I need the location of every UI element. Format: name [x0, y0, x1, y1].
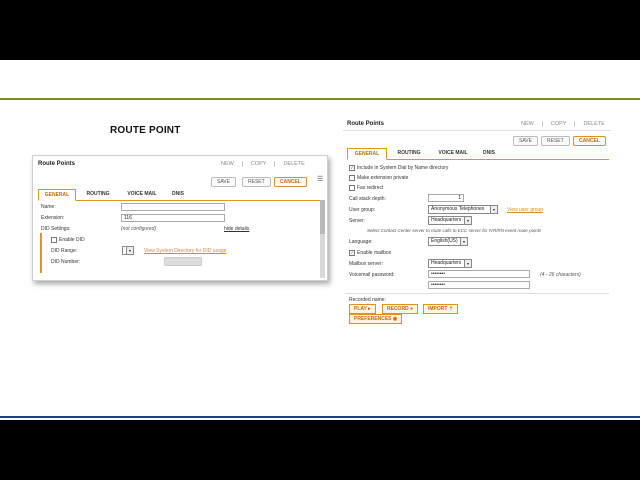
- recorded-name-label: Recorded name:: [349, 297, 386, 303]
- preferences-button[interactable]: PREFERENCES ◉: [349, 314, 403, 324]
- enable-did-label: Enable DID: [59, 237, 85, 243]
- call-stack-label: Call stack depth:: [349, 196, 386, 202]
- language-label: Language:: [349, 239, 373, 245]
- vm-password-label: Voicemail password:: [349, 272, 395, 278]
- call-stack-input[interactable]: 1: [428, 194, 464, 202]
- section-divider: [345, 293, 609, 294]
- copy-link[interactable]: COPY: [541, 121, 575, 127]
- vm-password-input[interactable]: ••••••••: [428, 270, 530, 278]
- fax-redirect-label: Fax redirect: [357, 185, 384, 191]
- did-range-label: DID Range:: [51, 248, 78, 254]
- tab-routing[interactable]: ROUTING: [387, 148, 431, 159]
- fax-redirect-checkbox[interactable]: [349, 185, 355, 191]
- language-value: English(US): [431, 238, 458, 244]
- tab-voice-mail[interactable]: VOICE MAIL: [120, 189, 164, 200]
- hide-details-link[interactable]: hide details: [224, 226, 249, 232]
- reset-button[interactable]: RESET: [242, 177, 271, 187]
- did-section-bar: [40, 233, 42, 273]
- user-group-value: Anonymous Telephones: [431, 206, 485, 212]
- menu-icon[interactable]: ☰: [317, 175, 323, 183]
- server-select[interactable]: Headquarters ▾: [428, 216, 472, 225]
- bottom-rule: [0, 416, 640, 418]
- did-range-select[interactable]: ▾: [122, 246, 134, 255]
- import-button[interactable]: IMPORT ⇡: [423, 304, 459, 314]
- slide-heading: ROUTE POINT: [110, 125, 181, 136]
- chevron-down-icon: ▾: [460, 238, 467, 245]
- header-divider: [343, 130, 611, 131]
- delete-link[interactable]: DELETE: [274, 161, 312, 167]
- server-label: Server:: [349, 218, 366, 224]
- user-group-select[interactable]: Anonymous Telephones ▾: [428, 205, 498, 214]
- include-dial-label: Include in System Dial by Name directory: [357, 165, 449, 171]
- make-private-checkbox[interactable]: [349, 175, 355, 181]
- route-points-panel-small: Route Points NEW COPY DELETE SAVE RESET …: [32, 155, 328, 281]
- panel-title: Route Points: [38, 161, 75, 167]
- chevron-down-icon: ▾: [490, 206, 497, 213]
- did-settings-value: (not configured): [121, 226, 157, 232]
- user-group-label: User group:: [349, 207, 376, 213]
- save-button[interactable]: SAVE: [211, 177, 236, 187]
- tab-routing[interactable]: ROUTING: [76, 189, 120, 200]
- enable-mailbox-checkbox[interactable]: ✓: [349, 250, 355, 256]
- chevron-down-icon: ▾: [126, 247, 133, 254]
- mailbox-server-label: Mailbox server:: [349, 261, 383, 267]
- new-link[interactable]: NEW: [513, 121, 542, 127]
- reset-button[interactable]: RESET: [541, 136, 570, 146]
- extension-input[interactable]: 116: [121, 214, 225, 222]
- scrollbar-thumb[interactable]: [320, 200, 325, 234]
- cancel-button[interactable]: CANCEL: [274, 177, 307, 187]
- mailbox-server-select[interactable]: Headquarters ▾: [428, 259, 472, 268]
- copy-link[interactable]: COPY: [241, 161, 275, 167]
- server-value: Headquarters: [431, 217, 462, 223]
- panel-links: NEW COPY DELETE: [213, 161, 313, 167]
- slide: ROUTE POINT Route Points NEW COPY DELETE…: [0, 60, 640, 420]
- save-button[interactable]: SAVE: [513, 136, 538, 146]
- tab-bar: GENERAL ROUTING VOICE MAIL DNIS: [38, 189, 320, 201]
- extension-label: Extension:: [41, 215, 65, 221]
- name-label: Name:: [41, 204, 56, 210]
- did-number-label: DID Number:: [51, 259, 81, 265]
- include-dial-checkbox[interactable]: ✓: [349, 165, 355, 171]
- mailbox-server-value: Headquarters: [431, 260, 462, 266]
- chevron-down-icon: ▾: [464, 217, 471, 224]
- delete-link[interactable]: DELETE: [574, 121, 612, 127]
- cancel-button[interactable]: CANCEL: [573, 136, 606, 146]
- play-button[interactable]: PLAY ▸: [349, 304, 376, 314]
- top-rule: [0, 98, 640, 100]
- tab-bar: GENERAL ROUTING VOICE MAIL DNIS: [347, 148, 609, 160]
- route-points-panel-large: Route Points NEW COPY DELETE SAVE RESET …: [343, 113, 611, 325]
- vm-password-confirm-input[interactable]: ••••••••: [428, 281, 530, 289]
- language-select[interactable]: English(US) ▾: [428, 237, 468, 246]
- tab-general[interactable]: GENERAL: [38, 189, 76, 201]
- new-link[interactable]: NEW: [213, 161, 242, 167]
- tab-dnis[interactable]: DNIS: [164, 189, 192, 200]
- tab-voice-mail[interactable]: VOICE MAIL: [431, 148, 475, 159]
- did-directory-link[interactable]: View System Directory for DID usage: [144, 248, 226, 254]
- name-input[interactable]: [121, 203, 225, 211]
- panel-title: Route Points: [347, 121, 384, 127]
- make-private-label: Make extension private: [357, 175, 409, 181]
- tab-dnis[interactable]: DNIS: [475, 148, 503, 159]
- view-user-group-link[interactable]: View user group: [507, 207, 543, 213]
- did-settings-label: DID Settings:: [41, 226, 71, 232]
- record-button[interactable]: RECORD ●: [382, 304, 419, 314]
- did-number-input[interactable]: [164, 257, 202, 266]
- enable-mailbox-label: Enable mailbox: [357, 250, 392, 256]
- tab-general[interactable]: GENERAL: [347, 148, 387, 160]
- enable-did-checkbox[interactable]: [51, 237, 57, 243]
- chevron-down-icon: ▾: [464, 260, 471, 267]
- vm-password-hint: (4 - 26 characters): [540, 272, 581, 278]
- server-note: Select Contact Center server to route ca…: [367, 228, 542, 233]
- panel-links: NEW COPY DELETE: [513, 121, 613, 127]
